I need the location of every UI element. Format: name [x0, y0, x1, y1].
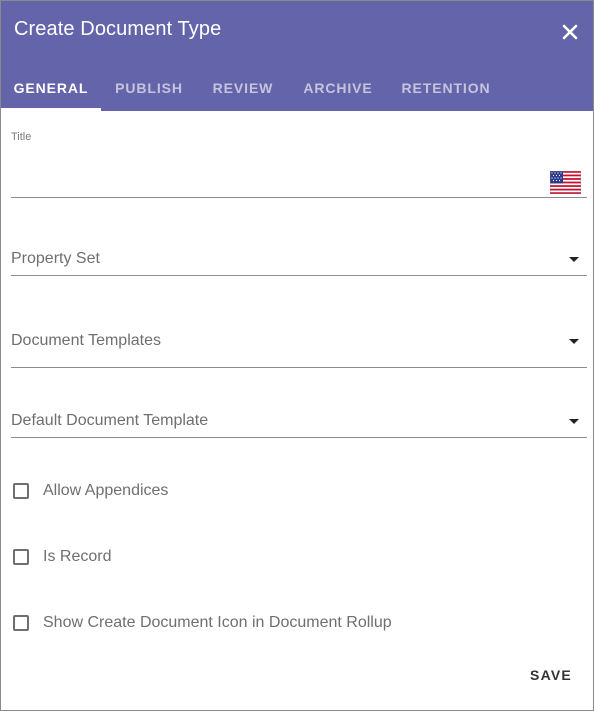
- tab-general[interactable]: GENERAL: [1, 65, 101, 111]
- tab-archive[interactable]: ARCHIVE: [289, 65, 387, 111]
- dialog-title: Create Document Type: [14, 18, 222, 40]
- us-flag-icon[interactable]: [550, 171, 581, 194]
- title-field-label: Title: [11, 131, 32, 143]
- chevron-down-icon: [569, 257, 579, 262]
- is-record-checkbox[interactable]: [13, 549, 29, 565]
- show-create-document-icon-label: Show Create Document Icon in Document Ro…: [43, 614, 392, 631]
- default-document-template-underline: [11, 437, 587, 438]
- dialog-header: Create Document Type GENERAL PUBLISH REV…: [1, 1, 593, 111]
- default-document-template-label: Default Document Template: [11, 412, 209, 429]
- tab-publish[interactable]: PUBLISH: [101, 65, 197, 111]
- save-button[interactable]: SAVE: [521, 657, 581, 693]
- title-field[interactable]: [11, 151, 541, 196]
- document-templates-underline: [11, 367, 587, 368]
- allow-appendices-label: Allow Appendices: [43, 482, 169, 499]
- active-tab-indicator: [1, 108, 101, 111]
- tab-review[interactable]: REVIEW: [197, 65, 289, 111]
- property-set-underline: [11, 275, 587, 276]
- chevron-down-icon: [569, 419, 579, 424]
- allow-appendices-checkbox[interactable]: [13, 483, 29, 499]
- show-create-document-icon-checkbox-row[interactable]: Show Create Document Icon in Document Ro…: [13, 614, 413, 636]
- show-create-document-icon-checkbox[interactable]: [13, 615, 29, 631]
- tab-retention[interactable]: RETENTION: [387, 65, 505, 111]
- document-templates-label: Document Templates: [11, 332, 161, 349]
- close-icon: [562, 24, 578, 40]
- tab-bar: GENERAL PUBLISH REVIEW ARCHIVE RETENTION: [1, 65, 593, 111]
- is-record-label: Is Record: [43, 548, 112, 565]
- chevron-down-icon: [569, 339, 579, 344]
- is-record-checkbox-row[interactable]: Is Record: [13, 548, 153, 570]
- property-set-label: Property Set: [11, 250, 100, 267]
- allow-appendices-checkbox-row[interactable]: Allow Appendices: [13, 482, 213, 504]
- close-button[interactable]: [557, 19, 583, 45]
- title-field-underline: [11, 197, 587, 198]
- create-document-type-dialog: Create Document Type GENERAL PUBLISH REV…: [0, 0, 594, 711]
